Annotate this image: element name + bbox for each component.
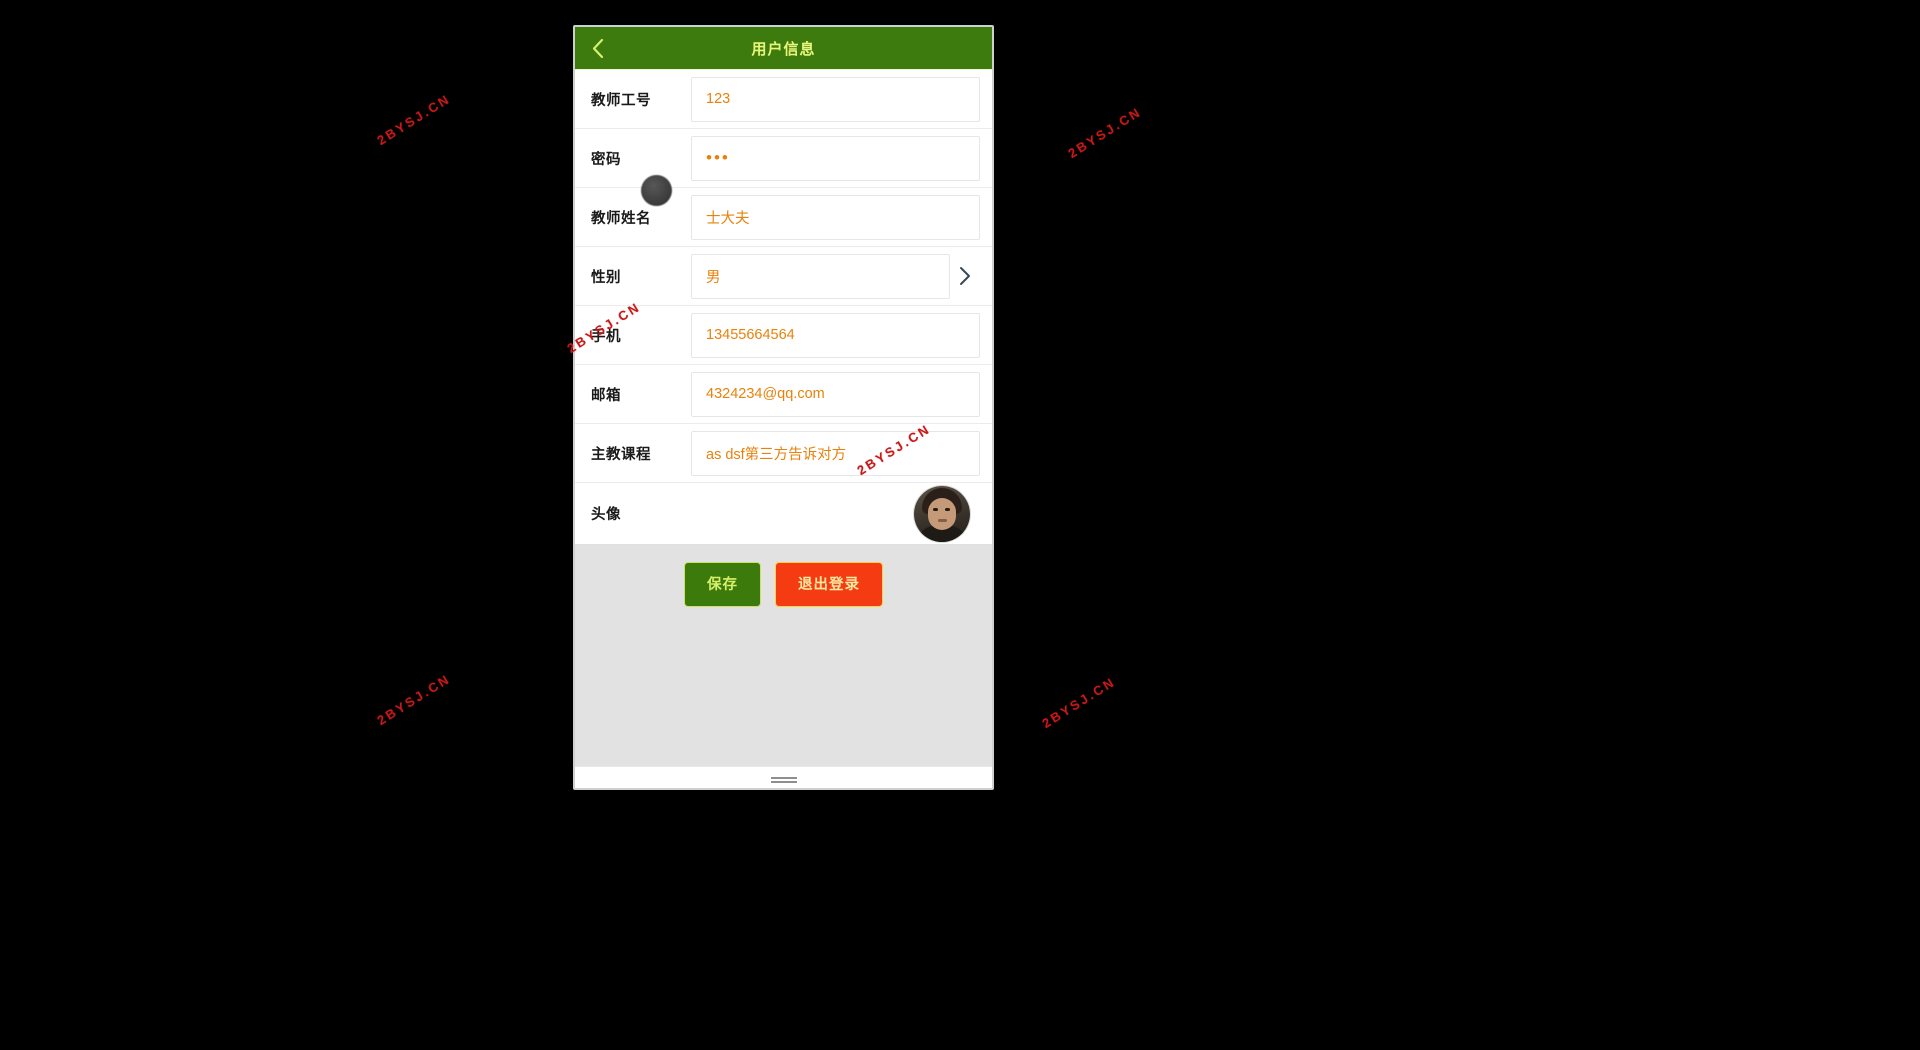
form-row-teacher-id: 教师工号 123 (575, 70, 992, 129)
label-email: 邮箱 (591, 387, 621, 404)
back-button[interactable] (575, 27, 619, 70)
app-header: 用户信息 (575, 27, 992, 70)
screen-root: 用户信息 教师工号 123 密码 ••• 教师姓名 士大夫 性别 男 手机 13… (0, 0, 1920, 1050)
watermark-text: 2BYSJ.CN (374, 90, 454, 149)
avatar-eye-left (933, 507, 938, 511)
form-row-email: 邮箱 4324234@qq.com (575, 365, 992, 424)
chevron-right-icon[interactable] (950, 254, 980, 299)
avatar-eye-right (945, 507, 950, 511)
avatar-mouth (938, 518, 947, 522)
form-row-avatar: 头像 (575, 483, 992, 545)
watermark-text: 2BYSJ.CN (1039, 673, 1119, 732)
form-row-phone: 手机 13455664564 (575, 306, 992, 365)
page-title: 用户信息 (751, 40, 816, 58)
chevron-left-icon (591, 38, 604, 59)
logout-button[interactable]: 退出登录 (775, 562, 883, 607)
user-info-form: 教师工号 123 密码 ••• 教师姓名 士大夫 性别 男 手机 1345566… (575, 70, 992, 545)
label-phone: 手机 (591, 328, 621, 345)
phone-frame: 用户信息 教师工号 123 密码 ••• 教师姓名 士大夫 性别 男 手机 13… (573, 25, 994, 790)
avatar-face-shape (928, 497, 956, 530)
avatar-container (691, 485, 980, 542)
form-row-password: 密码 ••• (575, 129, 992, 188)
input-teacher-id[interactable]: 123 (691, 76, 980, 122)
label-gender: 性别 (591, 269, 621, 286)
watermark-text: 2BYSJ.CN (1065, 103, 1145, 162)
label-teacher-id: 教师工号 (591, 92, 651, 109)
watermark-text: 2BYSJ.CN (374, 670, 454, 729)
label-main-course: 主教课程 (591, 446, 651, 463)
form-row-teacher-name: 教师姓名 士大夫 (575, 188, 992, 247)
form-row-gender[interactable]: 性别 男 (575, 247, 992, 306)
save-button[interactable]: 保存 (684, 562, 761, 607)
home-indicator[interactable] (770, 776, 797, 779)
input-password[interactable]: ••• (691, 135, 980, 181)
label-password: 密码 (591, 151, 621, 168)
action-area: 保存 退出登录 (575, 545, 992, 766)
user-photo-avatar[interactable] (914, 485, 970, 542)
input-phone[interactable]: 13455664564 (691, 312, 980, 358)
label-avatar: 头像 (591, 507, 621, 523)
form-row-main-course: 主教课程 as dsf第三方告诉对方 (575, 424, 992, 483)
label-teacher-name: 教师姓名 (591, 210, 651, 227)
input-teacher-name[interactable]: 士大夫 (691, 194, 980, 240)
home-indicator-bar (575, 766, 992, 788)
action-button-row: 保存 退出登录 (575, 562, 992, 607)
input-main-course[interactable]: as dsf第三方告诉对方 (691, 430, 980, 476)
input-email[interactable]: 4324234@qq.com (691, 371, 980, 417)
select-gender[interactable]: 男 (691, 253, 950, 299)
